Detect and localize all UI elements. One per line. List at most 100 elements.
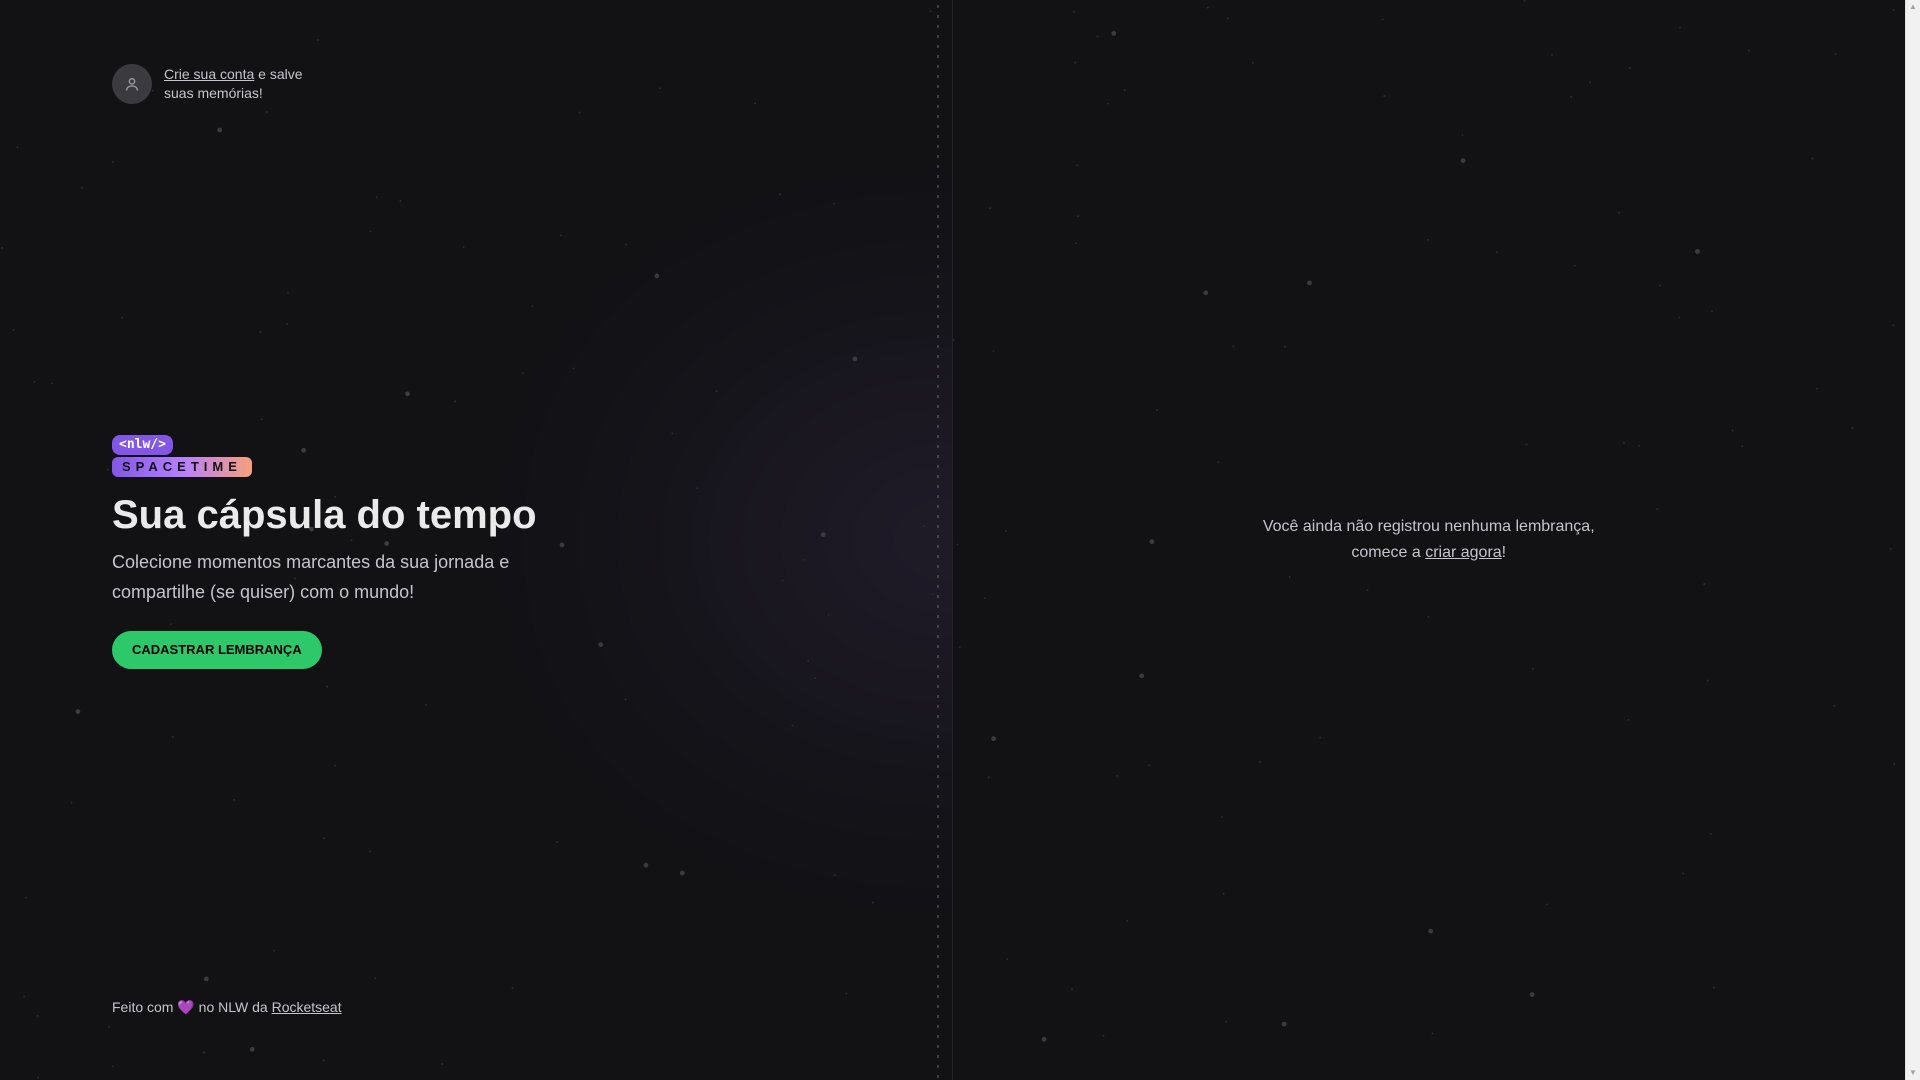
- star: [643, 862, 649, 868]
- star: [987, 776, 990, 779]
- left-panel: Crie sua conta e salve suas memórias! <n…: [0, 0, 953, 1080]
- star: [578, 111, 581, 114]
- star: [992, 350, 994, 353]
- star: [259, 331, 262, 334]
- star: [16, 146, 19, 149]
- signin-link[interactable]: Crie sua conta e salve suas memórias!: [112, 64, 840, 104]
- star: [1106, 102, 1109, 105]
- star: [121, 316, 124, 319]
- footer-middle: no NLW da: [194, 999, 272, 1015]
- star: [1891, 324, 1894, 327]
- nlw-spacetime-logo: <nlw/> SPACETIME: [112, 434, 840, 477]
- page-title: Sua cápsula do tempo: [112, 492, 537, 537]
- star: [1426, 238, 1429, 241]
- star: [1318, 736, 1321, 739]
- star: [317, 39, 320, 41]
- star: [369, 230, 372, 233]
- star: [1550, 53, 1553, 56]
- star: [511, 986, 514, 989]
- star: [625, 243, 628, 246]
- star: [12, 329, 15, 332]
- star: [106, 468, 109, 471]
- scrollbar[interactable]: ▲ ▼: [1905, 0, 1920, 1080]
- star: [1231, 345, 1234, 348]
- avatar[interactable]: [112, 64, 152, 104]
- star: [1072, 10, 1075, 13]
- star: [1251, 61, 1254, 64]
- star: [1677, 316, 1680, 319]
- star: [531, 305, 534, 308]
- register-memory-button[interactable]: CADASTRAR LEMBRANÇA: [112, 630, 322, 669]
- star: [1224, 1020, 1227, 1023]
- star: [1138, 673, 1144, 679]
- create-account-link[interactable]: Crie sua conta: [164, 66, 254, 82]
- star: [1892, 763, 1895, 765]
- star: [1155, 408, 1158, 411]
- create-now-link[interactable]: criar agora: [1425, 544, 1501, 561]
- star: [1431, 1032, 1434, 1035]
- star: [559, 234, 562, 237]
- footer-prefix: Feito com: [112, 999, 178, 1015]
- star: [0, 246, 3, 249]
- star: [33, 380, 36, 383]
- star: [111, 161, 114, 164]
- star: [1004, 530, 1007, 533]
- star: [1076, 215, 1079, 218]
- star: [1075, 164, 1078, 167]
- heart-icon: 💜: [177, 999, 195, 1015]
- star: [852, 356, 858, 362]
- star: [1281, 1021, 1286, 1027]
- star: [70, 801, 73, 804]
- footer: Feito com 💜 no NLW da Rocketseat: [112, 999, 840, 1016]
- star: [1617, 211, 1620, 214]
- star: [872, 901, 874, 904]
- star: [203, 1051, 206, 1054]
- star: [1258, 761, 1261, 763]
- star: [23, 995, 26, 998]
- star: [521, 372, 524, 374]
- star: [326, 685, 329, 688]
- star: [556, 840, 559, 843]
- right-panel: Você ainda não registrou nenhuma lembran…: [952, 0, 1906, 1080]
- star: [1637, 444, 1640, 447]
- star: [1545, 903, 1548, 906]
- star: [425, 704, 428, 706]
- scroll-up-icon[interactable]: ▲: [1909, 2, 1917, 12]
- star: [990, 736, 996, 742]
- star: [454, 400, 457, 403]
- star: [1110, 31, 1116, 36]
- star: [233, 798, 236, 801]
- star: [1095, 35, 1098, 38]
- star: [1206, 6, 1209, 9]
- scroll-down-icon[interactable]: ▼: [1909, 1068, 1917, 1078]
- star: [1712, 986, 1715, 989]
- star: [654, 273, 660, 279]
- empty-state: Você ainda não registrou nenhuma lembran…: [1263, 514, 1595, 566]
- star: [260, 418, 263, 421]
- star: [1101, 1034, 1104, 1037]
- star: [1073, 61, 1076, 64]
- star: [1461, 134, 1464, 136]
- star: [322, 1059, 325, 1062]
- star: [1222, 892, 1225, 895]
- rocketseat-link[interactable]: Rocketseat: [272, 999, 342, 1015]
- empty-state-line1: Você ainda não registrou nenhuma lembran…: [1262, 518, 1595, 535]
- star: [1005, 958, 1008, 961]
- star: [1115, 774, 1118, 777]
- star: [1655, 508, 1658, 511]
- star: [265, 110, 268, 113]
- logo-tag: <nlw/>: [112, 434, 173, 455]
- star: [1531, 667, 1534, 670]
- star: [958, 645, 961, 648]
- star: [1702, 583, 1705, 586]
- star: [988, 207, 991, 210]
- star: [249, 1046, 255, 1052]
- page-subtitle: Colecione momentos marcantes da sua jorn…: [112, 551, 510, 602]
- star: [833, 874, 836, 877]
- divider-stripes: [933, 0, 942, 1080]
- star: [462, 246, 465, 249]
- empty-state-suffix: !: [1501, 544, 1507, 561]
- star: [833, 202, 836, 205]
- star: [715, 390, 718, 393]
- star: [112, 1065, 114, 1068]
